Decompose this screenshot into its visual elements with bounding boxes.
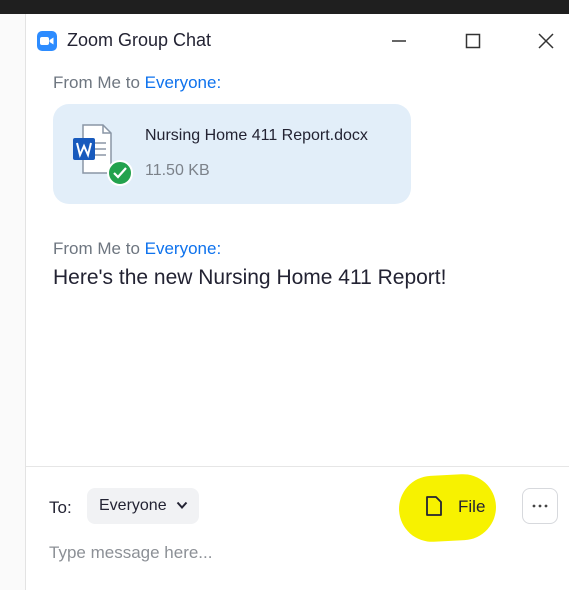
group-chat-window: Zoom Group Chat From Me to Everyone: Nur… xyxy=(26,14,569,590)
maximize-button[interactable] xyxy=(458,26,488,56)
file-button-label: File xyxy=(458,497,486,516)
maximize-icon xyxy=(465,33,481,49)
recipient-link[interactable]: Everyone: xyxy=(145,73,222,92)
zoom-camera-icon xyxy=(37,31,57,51)
more-icon xyxy=(532,504,548,508)
background-window-edge xyxy=(0,14,26,590)
message-sender: From Me to Everyone: xyxy=(53,73,221,93)
minimize-button[interactable] xyxy=(384,26,414,56)
chevron-down-icon xyxy=(176,501,188,509)
file-size: 11.50 KB xyxy=(145,162,210,179)
to-label: To: xyxy=(49,498,72,517)
recipient-dropdown[interactable]: Everyone xyxy=(87,488,199,524)
screen-top-edge xyxy=(0,0,569,14)
message-composer: To: Everyone File xyxy=(26,466,569,591)
message-input[interactable] xyxy=(49,539,549,567)
sender-prefix: From Me to xyxy=(53,239,145,258)
message-text: Here's the new Nursing Home 411 Report! xyxy=(53,266,447,289)
message-sender: From Me to Everyone: xyxy=(53,239,221,259)
recipient-value: Everyone xyxy=(99,497,167,514)
checkmark-icon xyxy=(107,160,133,186)
window-title: Zoom Group Chat xyxy=(67,30,212,50)
chat-messages[interactable]: From Me to Everyone: Nursing Home 411 Re… xyxy=(26,64,569,466)
file-icon xyxy=(426,496,442,516)
sender-prefix: From Me to xyxy=(53,73,145,92)
recipient-link[interactable]: Everyone: xyxy=(145,239,222,258)
file-name[interactable]: Nursing Home 411 Report.docx xyxy=(145,127,368,145)
close-icon xyxy=(538,33,554,49)
file-attachment-card[interactable]: Nursing Home 411 Report.docx 11.50 KB xyxy=(53,104,411,204)
minimize-icon xyxy=(392,40,406,42)
file-button[interactable]: File xyxy=(416,488,492,524)
close-button[interactable] xyxy=(531,26,561,56)
more-options-button[interactable] xyxy=(522,488,558,524)
title-bar[interactable]: Zoom Group Chat xyxy=(26,14,569,64)
